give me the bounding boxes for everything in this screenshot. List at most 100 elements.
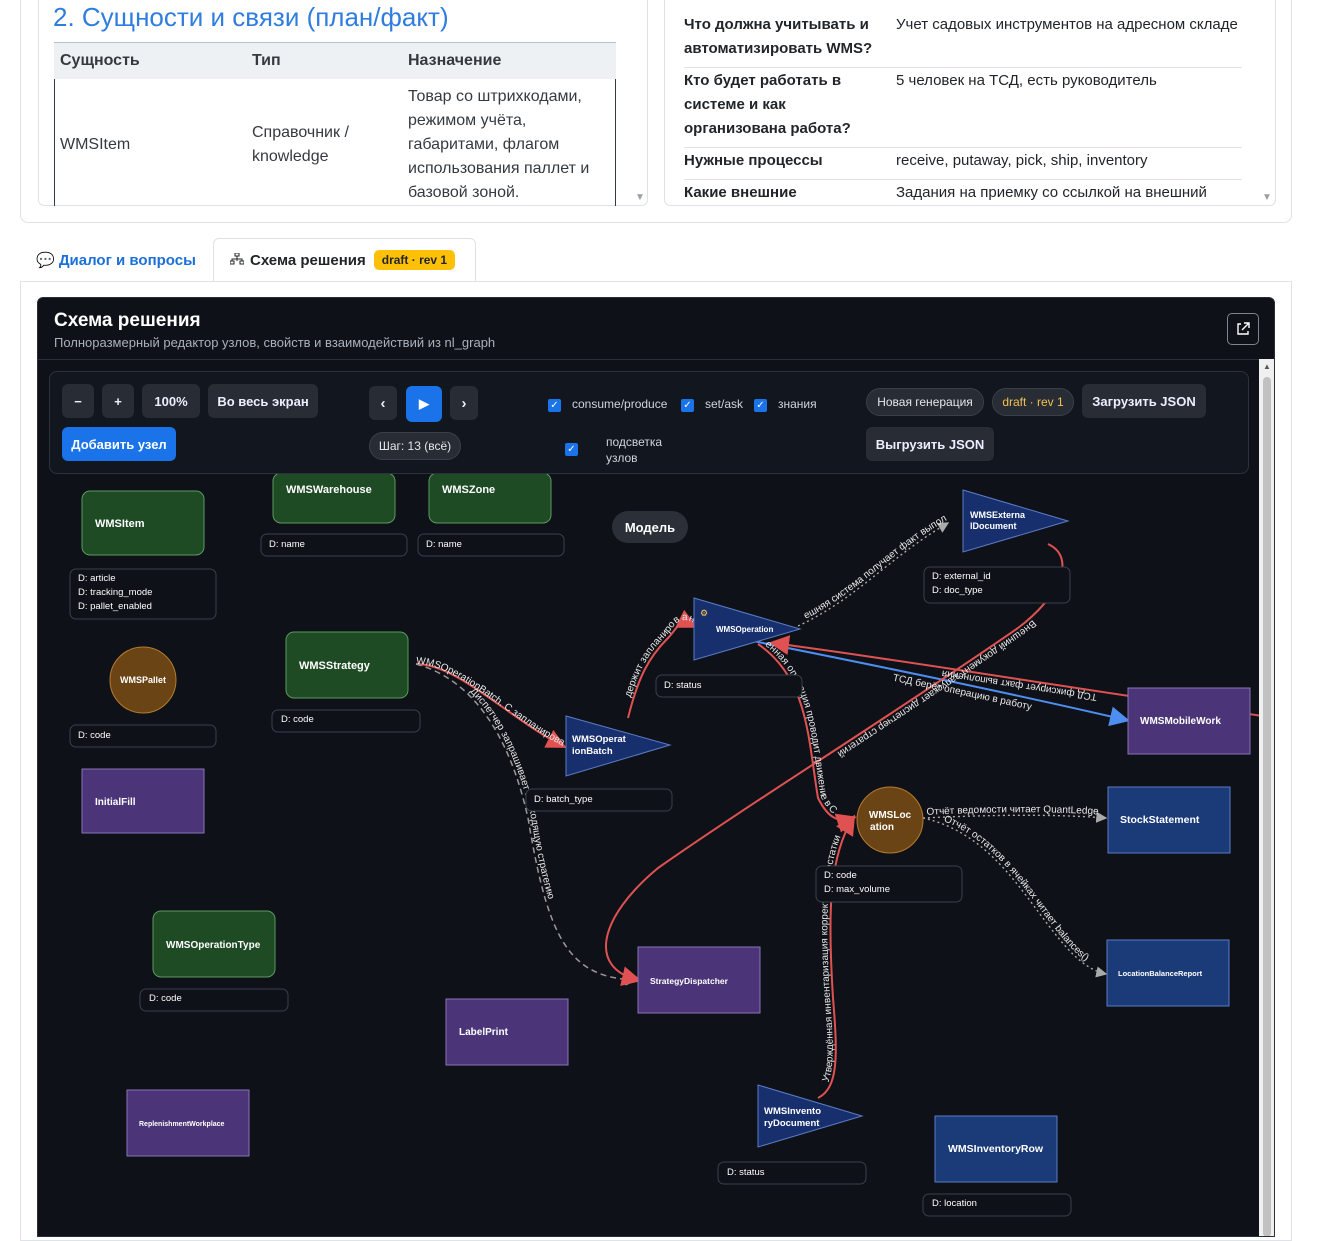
cell-purpose: Товар со штрихкодами, режимом учёта, габ… (408, 87, 590, 201)
svg-text:LabelPrint: LabelPrint (459, 1027, 509, 1038)
consume-produce-label: consume/produce (572, 397, 668, 411)
highlight-label: подсветка узлов (606, 435, 663, 465)
zoom-in-button[interactable]: + (102, 384, 134, 418)
svg-text:WMSOperation: WMSOperation (716, 625, 773, 634)
answer: Задания на приемку со ссылкой на внешний (896, 179, 1242, 205)
svg-text:D: tracking_mode: D: tracking_mode (78, 587, 152, 598)
node-wmsinventoryrow[interactable]: WMSInventoryRow D: location (922, 1115, 1072, 1217)
svg-text:D: name: D: name (426, 539, 462, 550)
svg-text:ryDocument: ryDocument (764, 1118, 820, 1129)
svg-text:D: batch_type: D: batch_type (534, 794, 593, 805)
zoom-level-button[interactable]: 100% (142, 384, 200, 418)
svg-text:WMSInvento: WMSInvento (764, 1106, 821, 1117)
model-node[interactable]: Модель (612, 511, 688, 543)
svg-text:InitialFill: InitialFill (95, 797, 136, 808)
cell-type: Справочник / knowledge (252, 123, 349, 165)
node-wmszone[interactable]: WMSZone D: name (417, 472, 565, 557)
tab-schema[interactable]: Схема решения draft · rev 1 (213, 238, 476, 282)
draft-badge: draft · rev 1 (373, 250, 456, 270)
svg-text:WMSPallet: WMSPallet (120, 675, 166, 685)
svg-text:D: code: D: code (281, 714, 314, 725)
svg-text:WMSLoc: WMSLoc (869, 810, 912, 821)
play-button[interactable]: ▶ (406, 386, 442, 422)
node-wmswarehouse[interactable]: WMSWarehouse D: name (260, 472, 408, 557)
canvas-scrollbar[interactable]: ▲ (1259, 359, 1274, 1236)
scroll-down-icon[interactable]: ▼ (635, 192, 645, 203)
consume-produce-checkbox[interactable]: ✓ (548, 399, 561, 412)
schema-editor: Схема решения Полноразмерный редактор уз… (37, 297, 1275, 1237)
edge-strategy-dispatcher[interactable] (415, 663, 637, 981)
graph-toolbar: − + 100% Во весь экран Добавить узел ‹ ▶… (49, 371, 1249, 474)
node-wmsinventorydocument[interactable]: WMSInvento ryDocument D: status (717, 1084, 867, 1185)
edge-operation-location[interactable] (757, 643, 854, 821)
svg-text:StrategyDispatcher: StrategyDispatcher (650, 976, 729, 986)
svg-text:Модель: Модель (625, 520, 675, 535)
svg-text:WMSExterna: WMSExterna (970, 510, 1026, 520)
svg-text:D: location: D: location (932, 1198, 977, 1209)
node-stockstatement[interactable]: StockStatement (1107, 786, 1231, 854)
export-json-button[interactable]: Выгрузить JSON (866, 427, 994, 461)
question: Что должна учитывать и автоматизировать … (684, 12, 896, 68)
answer: receive, putaway, pick, ship, inventory (896, 147, 1242, 180)
svg-text:WMSOperat: WMSOperat (572, 734, 627, 745)
set-ask-label: set/ask (705, 397, 744, 411)
edge-external-dispatcher[interactable] (604, 543, 1064, 981)
table-row: Нужные процессы receive, putaway, pick, s… (684, 147, 1242, 180)
question: Кто будет работать в системе и как орган… (684, 67, 896, 148)
load-json-button[interactable]: Загрузить JSON (1082, 384, 1206, 418)
question: Нужные процессы (684, 147, 896, 180)
node-wmsoperationtype[interactable]: WMSOperationType D: code (139, 910, 289, 1012)
col-purpose: Назначение (402, 42, 616, 79)
node-wmsitem[interactable]: WMSItem D: article D: tracking_mode D: p… (69, 490, 217, 620)
table-row: Кто будет работать в системе и как орган… (684, 67, 1242, 148)
table-row: WMSItem Справочник / knowledge Товар со … (54, 79, 616, 211)
cell-entity: WMSItem (60, 135, 131, 153)
step-indicator: Шаг: 13 (всё) (369, 432, 461, 460)
tab-dialog[interactable]: 💬 Диалог и вопросы (36, 238, 196, 282)
svg-text:WMSStrategy: WMSStrategy (299, 660, 371, 672)
knowledge-checkbox[interactable]: ✓ (754, 399, 767, 412)
svg-text:D: code: D: code (824, 870, 857, 881)
svg-text:ation: ation (870, 822, 894, 833)
svg-text:LocationBalanceReport: LocationBalanceReport (1118, 969, 1203, 978)
node-wmspallet[interactable]: WMSPallet D: code (69, 646, 217, 748)
edge-label: Отчёт остатков в ячейках читает balances… (942, 814, 1091, 964)
question: Какие внешние (684, 179, 896, 205)
node-wmsmobilework[interactable]: WMSMobileWork (1127, 687, 1251, 755)
svg-text:WMSOperationType: WMSOperationType (166, 940, 261, 951)
step-next-button[interactable]: › (450, 386, 478, 420)
svg-text:WMSWarehouse: WMSWarehouse (286, 484, 372, 496)
answer: Учет садовых инструментов на адресном ск… (896, 12, 1242, 68)
node-locationbalancereport[interactable]: LocationBalanceReport (1106, 939, 1230, 1007)
svg-text:WMSInventoryRow: WMSInventoryRow (948, 1143, 1044, 1155)
node-replenishmentworkplace[interactable]: ReplenishmentWorkplace (126, 1089, 250, 1157)
svg-text:D: name: D: name (269, 539, 305, 550)
svg-text:D: article: D: article (78, 573, 115, 584)
svg-text:D: status: D: status (727, 1167, 765, 1178)
sitemap-icon (229, 252, 245, 268)
svg-text:WMSMobileWork: WMSMobileWork (1140, 716, 1221, 727)
node-wmsoperation[interactable]: WMSOperation ⚙ D: status (655, 597, 803, 698)
draft-rev-badge: draft · rev 1 (992, 388, 1074, 416)
svg-text:D: status: D: status (664, 680, 702, 691)
scrollbar-thumb[interactable] (1263, 377, 1271, 1236)
table-row: Какие внешние Задания на приемку со ссылк… (684, 179, 1242, 205)
svg-text:D: external_id: D: external_id (932, 571, 991, 582)
step-prev-button[interactable]: ‹ (369, 386, 397, 420)
node-initialfill[interactable]: InitialFill (81, 768, 205, 834)
new-generation-button[interactable]: Новая генерация (866, 388, 984, 416)
edge-label: WMSOperationBatch. С запланирова (416, 656, 567, 749)
fullscreen-button[interactable]: Во весь экран (208, 384, 318, 418)
node-wmsstrategy[interactable]: WMSStrategy D: code (271, 631, 421, 733)
add-node-button[interactable]: Добавить узел (62, 427, 176, 461)
scroll-up-icon[interactable]: ▲ (1263, 362, 1271, 371)
set-ask-checkbox[interactable]: ✓ (681, 399, 694, 412)
highlight-checkbox[interactable]: ✓ (565, 443, 578, 456)
node-wmsexternaldocument[interactable]: WMSExterna lDocument D: external_id D: d… (923, 489, 1071, 604)
node-labelprint[interactable]: LabelPrint (445, 998, 569, 1066)
edge-label: Отчёт ведомости читает QuantLedge (926, 804, 1099, 818)
scroll-down-icon[interactable]: ▼ (1262, 192, 1272, 203)
zoom-out-button[interactable]: − (62, 384, 94, 418)
svg-text:ReplenishmentWorkplace: ReplenishmentWorkplace (139, 1121, 225, 1128)
node-strategydispatcher[interactable]: StrategyDispatcher (637, 946, 761, 1014)
